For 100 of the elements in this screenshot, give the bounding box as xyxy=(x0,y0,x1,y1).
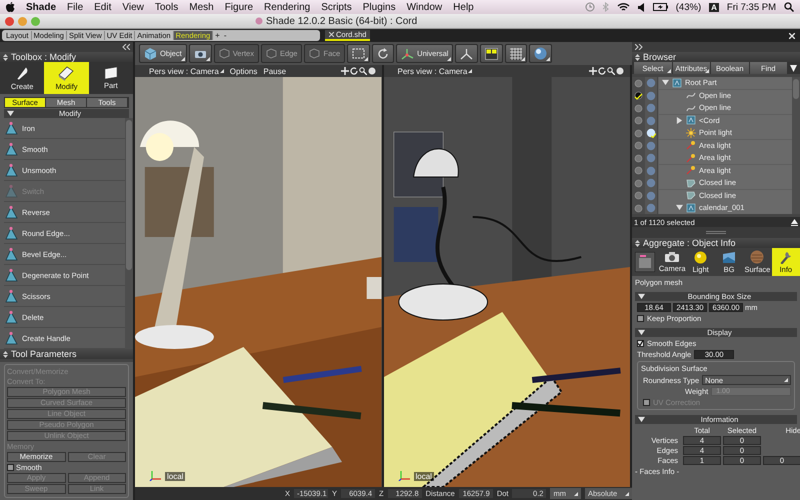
menu-item[interactable]: View xyxy=(122,2,144,12)
eye-toggle-icon[interactable] xyxy=(634,91,643,100)
view-menu[interactable]: Pers view : Camera xyxy=(149,66,224,76)
collapse-icon[interactable] xyxy=(122,44,130,50)
layout-button[interactable] xyxy=(480,44,504,63)
menu-item[interactable]: Mesh xyxy=(189,2,214,12)
menu-item[interactable]: Edit xyxy=(94,2,112,12)
panel-toggle-icon[interactable] xyxy=(635,54,640,60)
close-icon[interactable] xyxy=(789,32,795,38)
closed-shape-icon xyxy=(686,190,696,200)
zoom-icon[interactable] xyxy=(607,67,615,75)
battery-percentage: (43%) xyxy=(676,2,702,12)
disclosure-icon[interactable] xyxy=(638,329,645,336)
move-icon[interactable] xyxy=(340,67,348,75)
tab-action-button[interactable]: + xyxy=(213,31,222,40)
selection-button[interactable] xyxy=(347,44,370,63)
menu-item[interactable]: Figure xyxy=(224,2,254,12)
grid-button[interactable] xyxy=(505,44,528,63)
eye-toggle-icon[interactable] xyxy=(634,116,643,126)
menu-item[interactable]: File xyxy=(67,2,84,12)
rotate-button[interactable] xyxy=(372,44,394,63)
caret-icon xyxy=(447,57,452,61)
disclosure-icon[interactable] xyxy=(638,416,645,423)
camera-icon xyxy=(664,251,680,263)
eye-toggle-icon[interactable] xyxy=(634,104,643,113)
view-menu[interactable]: Pers view : Camera xyxy=(398,66,472,76)
input-source-indicator[interactable]: A xyxy=(709,2,719,12)
object-thumbnail-icon[interactable] xyxy=(635,252,655,272)
menu-item[interactable]: Scripts xyxy=(321,2,352,12)
coordinate-label: local xyxy=(414,472,434,481)
disclosure-icon[interactable] xyxy=(7,110,14,117)
eye-toggle-icon[interactable] xyxy=(634,78,643,88)
panel-toggle-icon[interactable] xyxy=(3,350,8,358)
tab-action-button[interactable]: - xyxy=(222,31,229,40)
tool-icon xyxy=(4,268,19,282)
menu-item[interactable]: Window xyxy=(406,2,442,12)
disclosure-icon[interactable] xyxy=(676,116,683,124)
coordinate-button[interactable] xyxy=(455,44,478,63)
tool-icon xyxy=(4,142,19,156)
expand-icon[interactable] xyxy=(635,44,643,50)
battery-icon[interactable] xyxy=(652,3,668,11)
options-menu[interactable]: Options xyxy=(230,66,258,76)
menu-clock[interactable]: Fri 7:35 PM xyxy=(726,2,776,12)
menu-item[interactable]: Plugins xyxy=(362,2,396,12)
eye-toggle-icon[interactable] xyxy=(634,191,643,200)
checkbox[interactable] xyxy=(637,315,644,322)
eye-toggle-icon[interactable] xyxy=(634,141,643,150)
eye-toggle-icon[interactable] xyxy=(634,178,643,188)
app-menu[interactable]: Shade xyxy=(26,2,56,12)
zoom-icon[interactable] xyxy=(358,67,366,75)
area-light-icon xyxy=(686,140,696,150)
dashed-rectangle-icon xyxy=(352,48,366,59)
pause-button[interactable]: Pause xyxy=(263,66,286,76)
panel-toggle-icon[interactable] xyxy=(3,54,8,60)
clock-icon[interactable] xyxy=(584,2,595,12)
sphere-icon[interactable] xyxy=(368,67,376,75)
apple-logo-icon[interactable] xyxy=(6,2,15,12)
tool-icon xyxy=(4,330,19,346)
bulb-icon xyxy=(694,250,708,264)
panel-title: Browser xyxy=(643,52,676,62)
window-title: Shade 12.0.2 Basic (64-bit) : Cord xyxy=(266,16,418,26)
menu-item[interactable]: Help xyxy=(453,2,474,12)
sphere-icon[interactable] xyxy=(616,67,624,75)
search-icon[interactable] xyxy=(784,2,794,12)
eye-toggle-icon[interactable] xyxy=(634,128,643,138)
eject-icon[interactable] xyxy=(791,218,798,226)
eye-toggle-icon[interactable] xyxy=(634,154,643,163)
camera-button[interactable] xyxy=(188,44,212,63)
document-icon xyxy=(255,17,263,25)
rotate-icon[interactable] xyxy=(598,67,606,75)
eye-toggle-icon[interactable] xyxy=(634,166,643,176)
move-icon[interactable] xyxy=(589,67,597,75)
disclosure-icon[interactable] xyxy=(662,79,669,86)
menu-item[interactable]: Tools xyxy=(154,2,178,12)
checkbox[interactable] xyxy=(7,464,14,471)
cube-outline-icon xyxy=(218,48,230,59)
filter-icon[interactable] xyxy=(790,64,796,72)
caret-icon xyxy=(574,492,578,496)
rotate-icon[interactable] xyxy=(350,67,358,75)
wifi-icon[interactable] xyxy=(616,2,630,12)
tool-icon xyxy=(4,226,19,240)
render-sphere-icon[interactable] xyxy=(646,128,656,138)
part-folder-icon xyxy=(686,115,696,126)
eye-toggle-icon[interactable] xyxy=(634,204,643,213)
disclosure-icon[interactable] xyxy=(676,204,683,212)
speaker-icon[interactable] xyxy=(638,2,645,12)
panel-toggle-icon[interactable] xyxy=(635,240,640,246)
scrollbar[interactable] xyxy=(792,77,800,214)
scrollbar[interactable] xyxy=(125,118,133,349)
tool-icon xyxy=(4,120,19,136)
checkbox[interactable] xyxy=(637,340,644,347)
caret-icon xyxy=(180,57,185,61)
close-icon[interactable] xyxy=(329,32,334,37)
menu-item[interactable]: Rendering xyxy=(264,2,310,12)
close-window-button[interactable] xyxy=(5,16,14,26)
disclosure-icon[interactable] xyxy=(638,293,645,300)
render-button[interactable] xyxy=(529,44,552,63)
axes-icon xyxy=(460,48,474,60)
resize-handle[interactable] xyxy=(632,227,800,238)
panel-title: Aggregate : Object Info xyxy=(643,238,736,248)
